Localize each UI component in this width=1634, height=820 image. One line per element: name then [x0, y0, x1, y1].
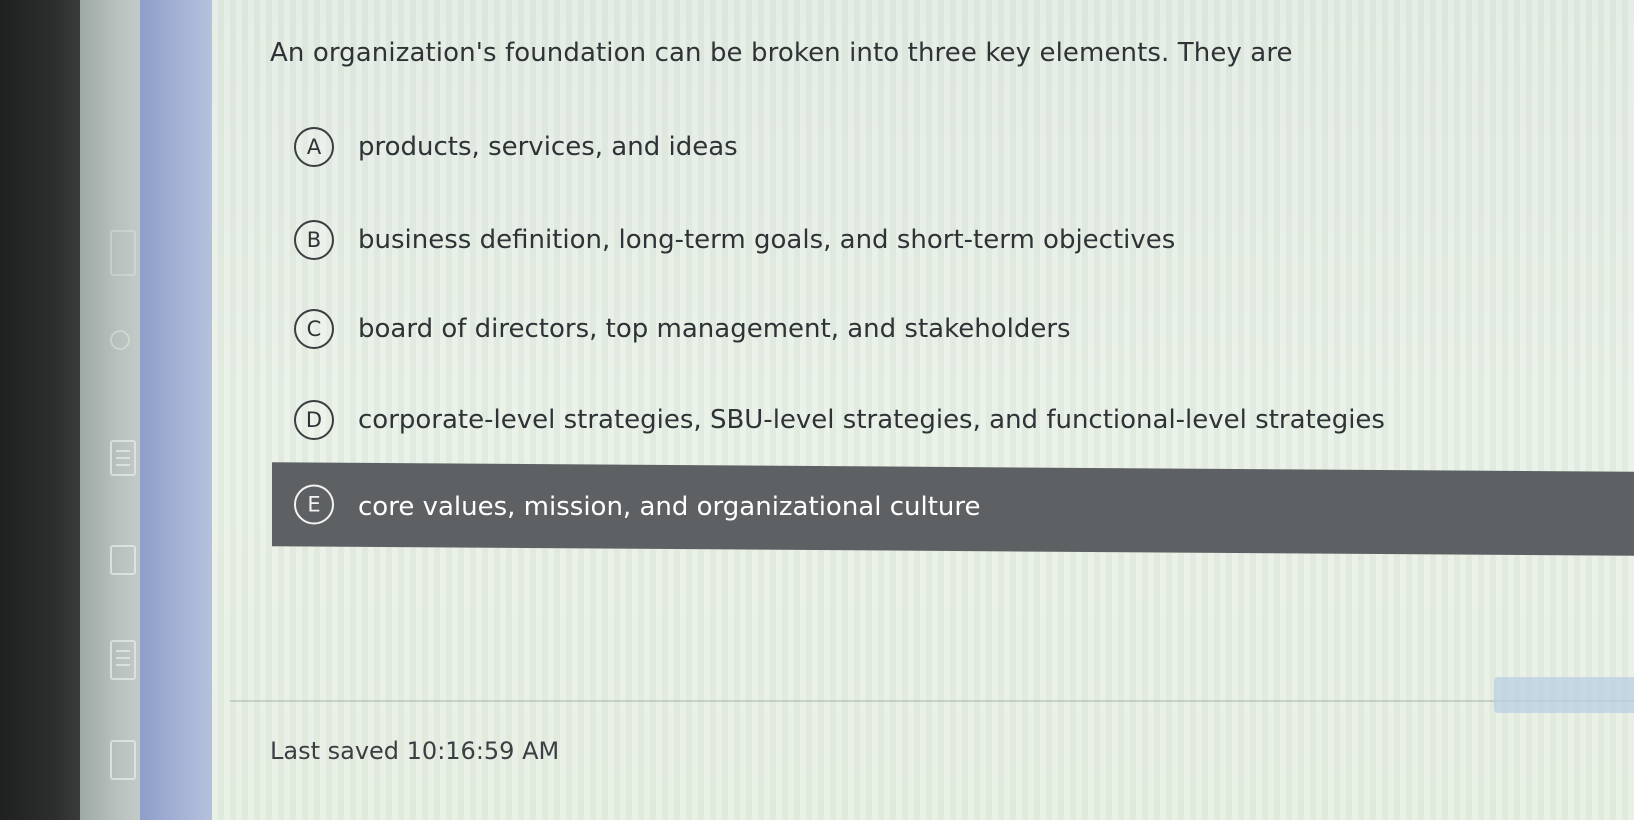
option-a-letter: A — [294, 127, 334, 167]
option-d[interactable]: D corporate-level strategies, SBU-level … — [272, 384, 1634, 456]
option-b-text: business definition, long-term goals, an… — [358, 225, 1176, 255]
option-d-letter: D — [294, 400, 334, 440]
question-panel: An organization's foundation can be brok… — [212, 0, 1634, 820]
option-d-text: corporate-level strategies, SBU-level st… — [358, 405, 1385, 435]
tool-icon[interactable] — [110, 330, 130, 350]
option-a[interactable]: A products, services, and ideas — [272, 111, 1634, 183]
continue-button[interactable] — [1494, 677, 1634, 713]
side-strip — [140, 0, 356, 820]
option-e-text: core values, mission, and organizational… — [358, 492, 981, 523]
question-text: An organization's foundation can be brok… — [270, 38, 1293, 68]
option-e-letter: E — [294, 484, 334, 525]
option-c[interactable]: C board of directors, top management, an… — [272, 293, 1634, 365]
calculator-icon[interactable] — [110, 440, 136, 476]
tool-icon[interactable] — [110, 230, 136, 276]
option-e-selected[interactable]: E core values, mission, and organization… — [272, 462, 1634, 556]
option-c-text: board of directors, top management, and … — [358, 314, 1071, 344]
tool-rail — [80, 0, 140, 820]
mail-icon[interactable] — [110, 545, 136, 575]
edit-icon[interactable] — [110, 740, 136, 780]
notes-icon[interactable] — [110, 640, 136, 680]
option-b-letter: B — [294, 220, 334, 260]
option-c-letter: C — [294, 309, 334, 349]
option-a-text: products, services, and ideas — [358, 132, 738, 162]
screen-bezel — [0, 0, 80, 820]
footer-divider — [230, 700, 1634, 702]
option-b[interactable]: B business definition, long-term goals, … — [272, 204, 1634, 276]
last-saved-status: Last saved 10:16:59 AM — [270, 737, 560, 765]
